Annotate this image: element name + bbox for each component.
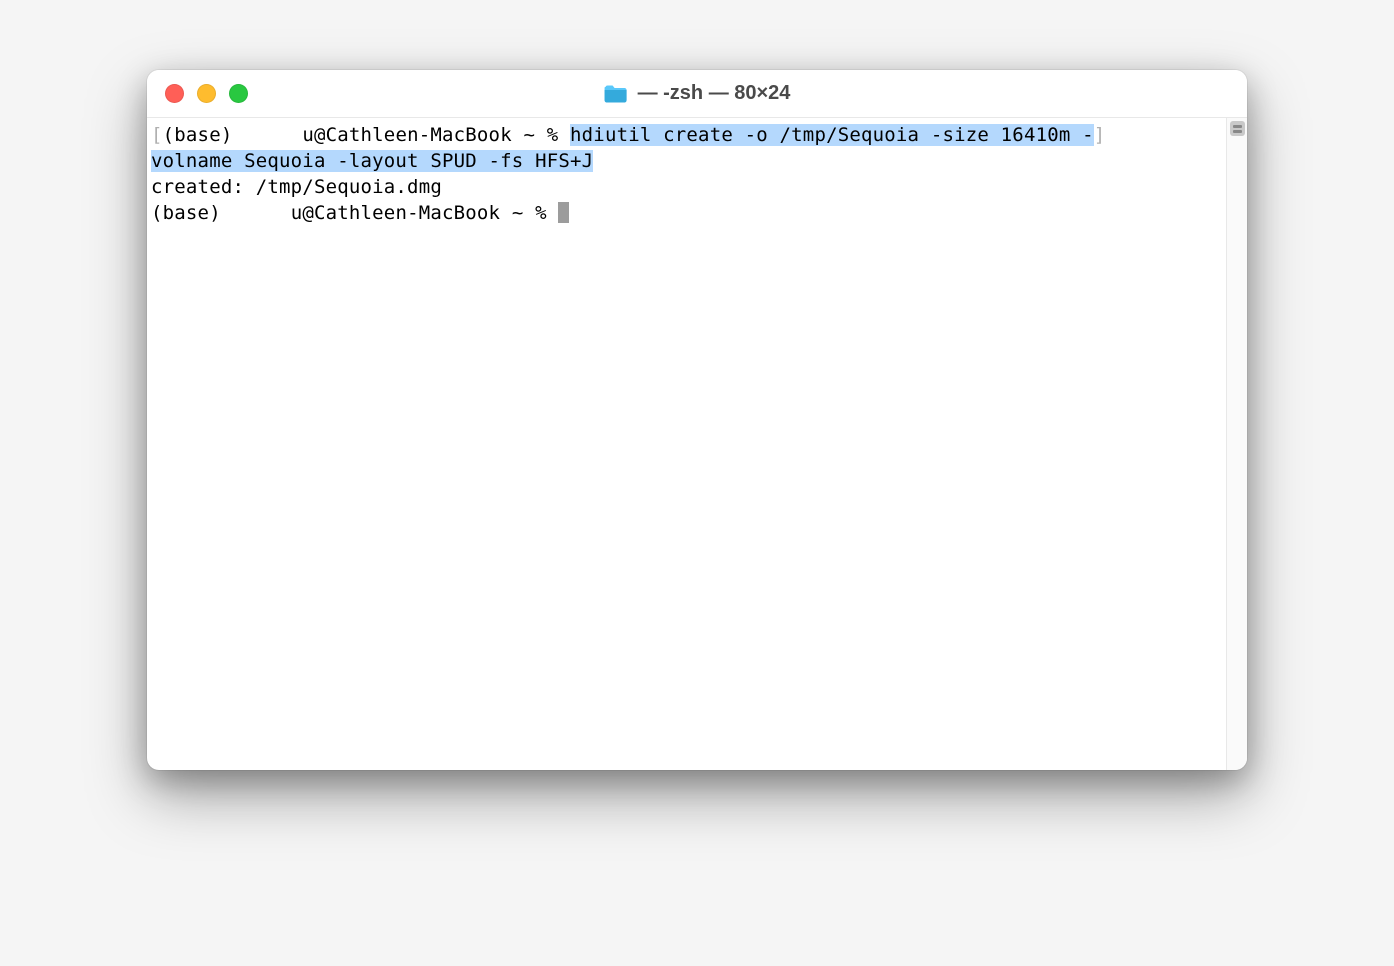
folder-icon [604, 84, 628, 103]
scrollbar[interactable] [1226, 118, 1247, 770]
bracket-close: ] [1094, 124, 1106, 146]
output-line-created: created: /tmp/Sequoia.dmg [151, 176, 442, 198]
window-title: — -zsh — 80×24 [638, 82, 791, 105]
fullscreen-window-button[interactable] [229, 84, 248, 103]
selected-command-part2: volname Sequoia -layout SPUD -fs HFS+J [151, 150, 593, 172]
close-window-button[interactable] [165, 84, 184, 103]
titlebar[interactable]: — -zsh — 80×24 [147, 70, 1247, 118]
prompt-line1-pre: (base) [163, 124, 244, 146]
prompt-line4-pre: (base) [151, 202, 232, 224]
terminal-content[interactable]: [(base) u@Cathleen-MacBook ~ % hdiutil c… [147, 118, 1226, 770]
traffic-lights [147, 84, 248, 103]
title-center: — -zsh — 80×24 [604, 82, 791, 105]
redacted-user-1 [244, 122, 302, 148]
minimize-window-button[interactable] [197, 84, 216, 103]
selected-command-part1: hdiutil create -o /tmp/Sequoia -size 164… [570, 124, 1094, 146]
scroll-thumb-icon[interactable] [1230, 121, 1245, 136]
prompt-line4-post: u@Cathleen-MacBook ~ % [291, 202, 559, 224]
terminal-window: — -zsh — 80×24 [(base) u@Cathleen-MacBoo… [147, 70, 1247, 770]
prompt-line1-post: u@Cathleen-MacBook ~ % [302, 124, 570, 146]
redacted-user-2 [232, 200, 290, 226]
terminal-body: [(base) u@Cathleen-MacBook ~ % hdiutil c… [147, 118, 1247, 770]
bracket-open: [ [151, 124, 163, 146]
cursor-block [558, 202, 569, 223]
